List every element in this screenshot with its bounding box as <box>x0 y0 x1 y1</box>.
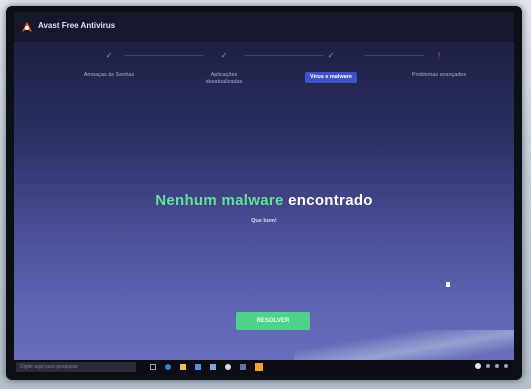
network-icon[interactable] <box>475 363 481 369</box>
taskbar: Digite aqui para pesquisar <box>14 360 514 374</box>
app-title: Avast Free Antivirus <box>38 21 116 30</box>
media-icon[interactable] <box>240 364 246 370</box>
mail-icon[interactable] <box>210 364 216 370</box>
taskbar-search-input[interactable]: Digite aqui para pesquisar <box>16 362 136 372</box>
avast-logo-icon <box>22 22 32 32</box>
check-icon: ✓ <box>105 51 113 60</box>
system-tray <box>475 363 508 369</box>
mouse-cursor <box>446 282 450 287</box>
taskbar-icons <box>150 363 263 371</box>
battery-icon[interactable] <box>495 364 499 368</box>
step-label: Problemas avançados <box>411 72 467 78</box>
step-label: Vírus e malware <box>305 72 357 83</box>
step-outdated-apps[interactable]: ✓ Aplicações desatualizadas <box>169 50 279 88</box>
avast-icon[interactable] <box>255 363 263 371</box>
chrome-icon[interactable] <box>225 364 231 370</box>
check-icon: ✓ <box>220 51 228 60</box>
explorer-icon[interactable] <box>180 364 186 370</box>
step-label: Ameaças às Senhas <box>83 72 135 78</box>
step-label: Aplicações desatualizadas <box>205 72 243 85</box>
headline-text: encontrado <box>288 192 373 209</box>
edge-icon[interactable] <box>165 364 171 370</box>
app-titlebar: Avast Free Antivirus <box>14 12 514 42</box>
check-icon: ✓ <box>327 51 335 60</box>
screen-glare <box>294 330 514 360</box>
result-subtext: Que bom! <box>251 218 277 224</box>
task-view-icon[interactable] <box>150 364 156 370</box>
store-icon[interactable] <box>195 364 201 370</box>
step-passwords[interactable]: ✓ Ameaças às Senhas <box>54 50 164 81</box>
resolve-button[interactable]: RESOLVER <box>236 312 310 330</box>
headline-highlight: Nenhum malware <box>155 192 284 209</box>
notification-icon[interactable] <box>504 364 508 368</box>
result-headline: Nenhum malware encontrado <box>14 192 514 209</box>
monitor-screen: Avast Free Antivirus ✓ Ameaças às Senhas… <box>14 12 514 374</box>
volume-icon[interactable] <box>486 364 490 368</box>
alert-icon: ! <box>437 51 441 60</box>
step-advanced-issues[interactable]: ! Problemas avançados <box>384 50 494 81</box>
scan-steps: ✓ Ameaças às Senhas ✓ Aplicações desatua… <box>14 50 514 100</box>
step-virus-malware[interactable]: ✓ Vírus e malware <box>276 50 386 83</box>
